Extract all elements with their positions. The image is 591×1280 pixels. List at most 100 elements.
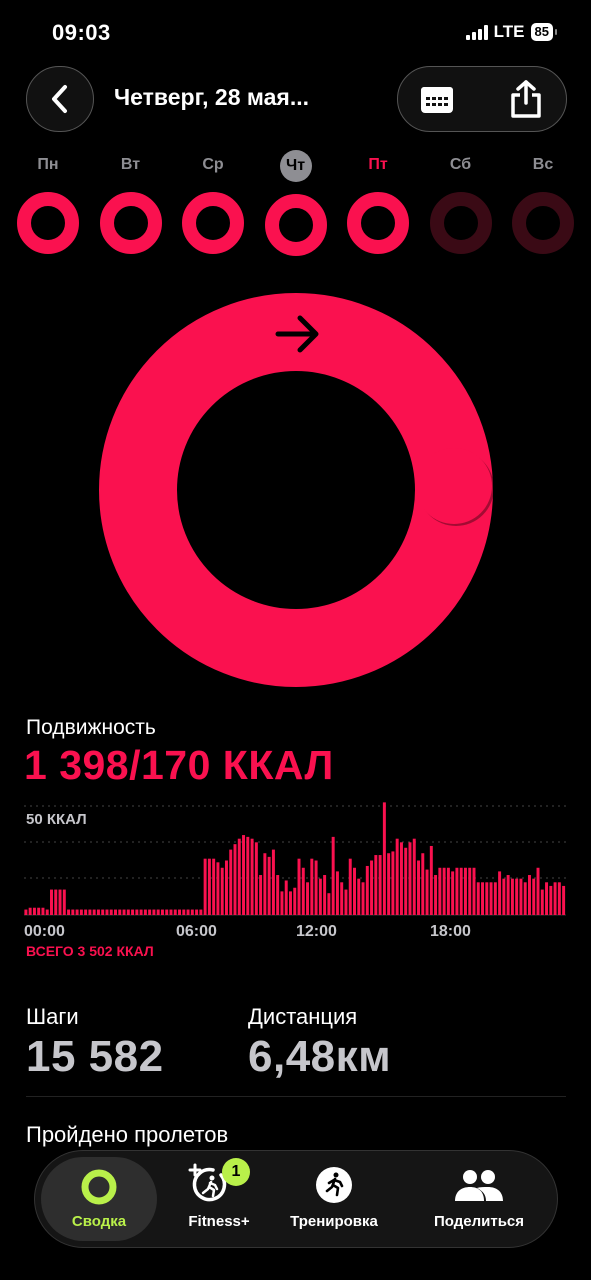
- calendar-button[interactable]: [420, 85, 454, 120]
- chart-bar: [84, 909, 88, 915]
- day-5[interactable]: Сб: [428, 150, 494, 256]
- chart-bar: [212, 858, 216, 915]
- chart-bar: [442, 867, 446, 915]
- chart-bar: [485, 882, 489, 915]
- chart-bar: [306, 882, 310, 915]
- day-ring-track: [182, 192, 244, 254]
- chart-bar: [429, 845, 433, 915]
- day-2[interactable]: Ср: [180, 150, 246, 256]
- x-tick-label: 00:00: [24, 923, 65, 940]
- chart-bar: [489, 882, 493, 915]
- move-ring[interactable]: [98, 292, 494, 688]
- chart-bar: [165, 909, 169, 915]
- chart-bar: [421, 853, 425, 915]
- move-ring-track: [99, 293, 493, 687]
- chart-bar: [28, 907, 32, 915]
- tab-label: Fitness+: [188, 1213, 250, 1230]
- chart-bar: [463, 867, 467, 915]
- day-4[interactable]: Пт: [345, 150, 411, 256]
- chart-bar: [148, 909, 152, 915]
- chart-bar: [263, 853, 267, 915]
- day-ring-track: [512, 192, 574, 254]
- chart-bar: [510, 878, 514, 915]
- chart-bar: [318, 878, 322, 915]
- chart-bar: [242, 835, 246, 915]
- tab-label: Поделиться: [433, 1213, 525, 1230]
- chart-bar: [335, 871, 339, 915]
- chart-bar: [348, 858, 352, 915]
- chart-bar: [75, 909, 79, 915]
- tab-fitness-plus[interactable]: Fitness+: [159, 1151, 279, 1247]
- move-ring-end-cap: [416, 448, 492, 524]
- chart-bar: [114, 909, 117, 915]
- chart-bar: [131, 909, 135, 915]
- chart-bar: [387, 853, 391, 915]
- tab-bar: Сводка Fitness+ Тренировка Поделиться: [34, 1150, 558, 1248]
- tab-share[interactable]: Поделиться: [419, 1151, 539, 1247]
- steps-stat: Шаги 15 582: [26, 1004, 164, 1082]
- day-6[interactable]: Вс: [510, 150, 576, 256]
- chart-bar: [67, 909, 71, 915]
- chart-bar: [331, 836, 335, 915]
- tab-label: Сводка: [71, 1213, 127, 1230]
- chart-bar: [314, 860, 318, 915]
- battery-icon: 85: [530, 23, 558, 41]
- day-ring: [347, 192, 409, 254]
- chart-bar: [246, 836, 250, 915]
- chart-bar: [259, 875, 263, 915]
- chart-bar: [340, 882, 344, 915]
- day-ring: [99, 192, 162, 254]
- day-label: Вс: [532, 156, 554, 173]
- day-label: Пт: [368, 156, 388, 173]
- chart-bar: [412, 838, 416, 915]
- tab-summary[interactable]: Сводка: [41, 1157, 157, 1241]
- chart-bar: [79, 909, 83, 915]
- day-ring: [17, 192, 79, 254]
- y-max-label: 50 ККАЛ: [26, 811, 87, 828]
- chart-bar: [169, 909, 173, 915]
- chart-bar: [502, 878, 506, 915]
- chart-bar: [536, 867, 540, 915]
- day-label: Чт: [279, 150, 312, 182]
- chart-bar: [237, 838, 241, 915]
- chart-bar: [404, 847, 408, 915]
- header-actions: [397, 66, 567, 132]
- status-time: 09:03: [52, 20, 111, 45]
- tab-label: Тренировка: [290, 1213, 378, 1230]
- activity-rings-icon: [81, 1169, 117, 1205]
- chart-bar: [527, 875, 531, 915]
- day-3[interactable]: Чт: [263, 150, 329, 258]
- chart-bar: [532, 878, 536, 915]
- chart-bar: [498, 871, 502, 915]
- chart-bar: [459, 867, 463, 915]
- chart-bar: [515, 878, 519, 915]
- chart-bar: [438, 867, 442, 915]
- chart-bar: [395, 838, 399, 915]
- chart-bar: [54, 889, 58, 915]
- chart-bar: [378, 855, 382, 915]
- back-button[interactable]: [26, 66, 94, 132]
- chart-bar: [216, 862, 220, 915]
- chart-bar: [126, 909, 130, 915]
- chart-bar: [370, 860, 374, 915]
- chart-bar: [284, 880, 288, 915]
- chart-bar: [250, 838, 254, 915]
- day-0[interactable]: Пн: [15, 150, 81, 256]
- chart-bar: [540, 889, 544, 915]
- tab-workout[interactable]: Тренировка: [279, 1151, 389, 1247]
- steps-label: Шаги: [26, 1004, 79, 1029]
- chart-bar: [545, 882, 549, 915]
- chevron-left-icon: [52, 85, 67, 113]
- chart-bar: [254, 842, 258, 915]
- share-button[interactable]: [508, 79, 544, 124]
- day-1[interactable]: Вт: [98, 150, 164, 256]
- chart-bar: [327, 893, 331, 915]
- chart-bar: [195, 909, 199, 915]
- chart-bar: [562, 885, 566, 915]
- chart-bar: [297, 858, 301, 915]
- x-tick-label: 06:00: [176, 923, 217, 940]
- calendar-icon: [421, 87, 453, 113]
- divider: [26, 1096, 566, 1097]
- chart-bar: [301, 867, 305, 915]
- chart-bar: [71, 909, 75, 915]
